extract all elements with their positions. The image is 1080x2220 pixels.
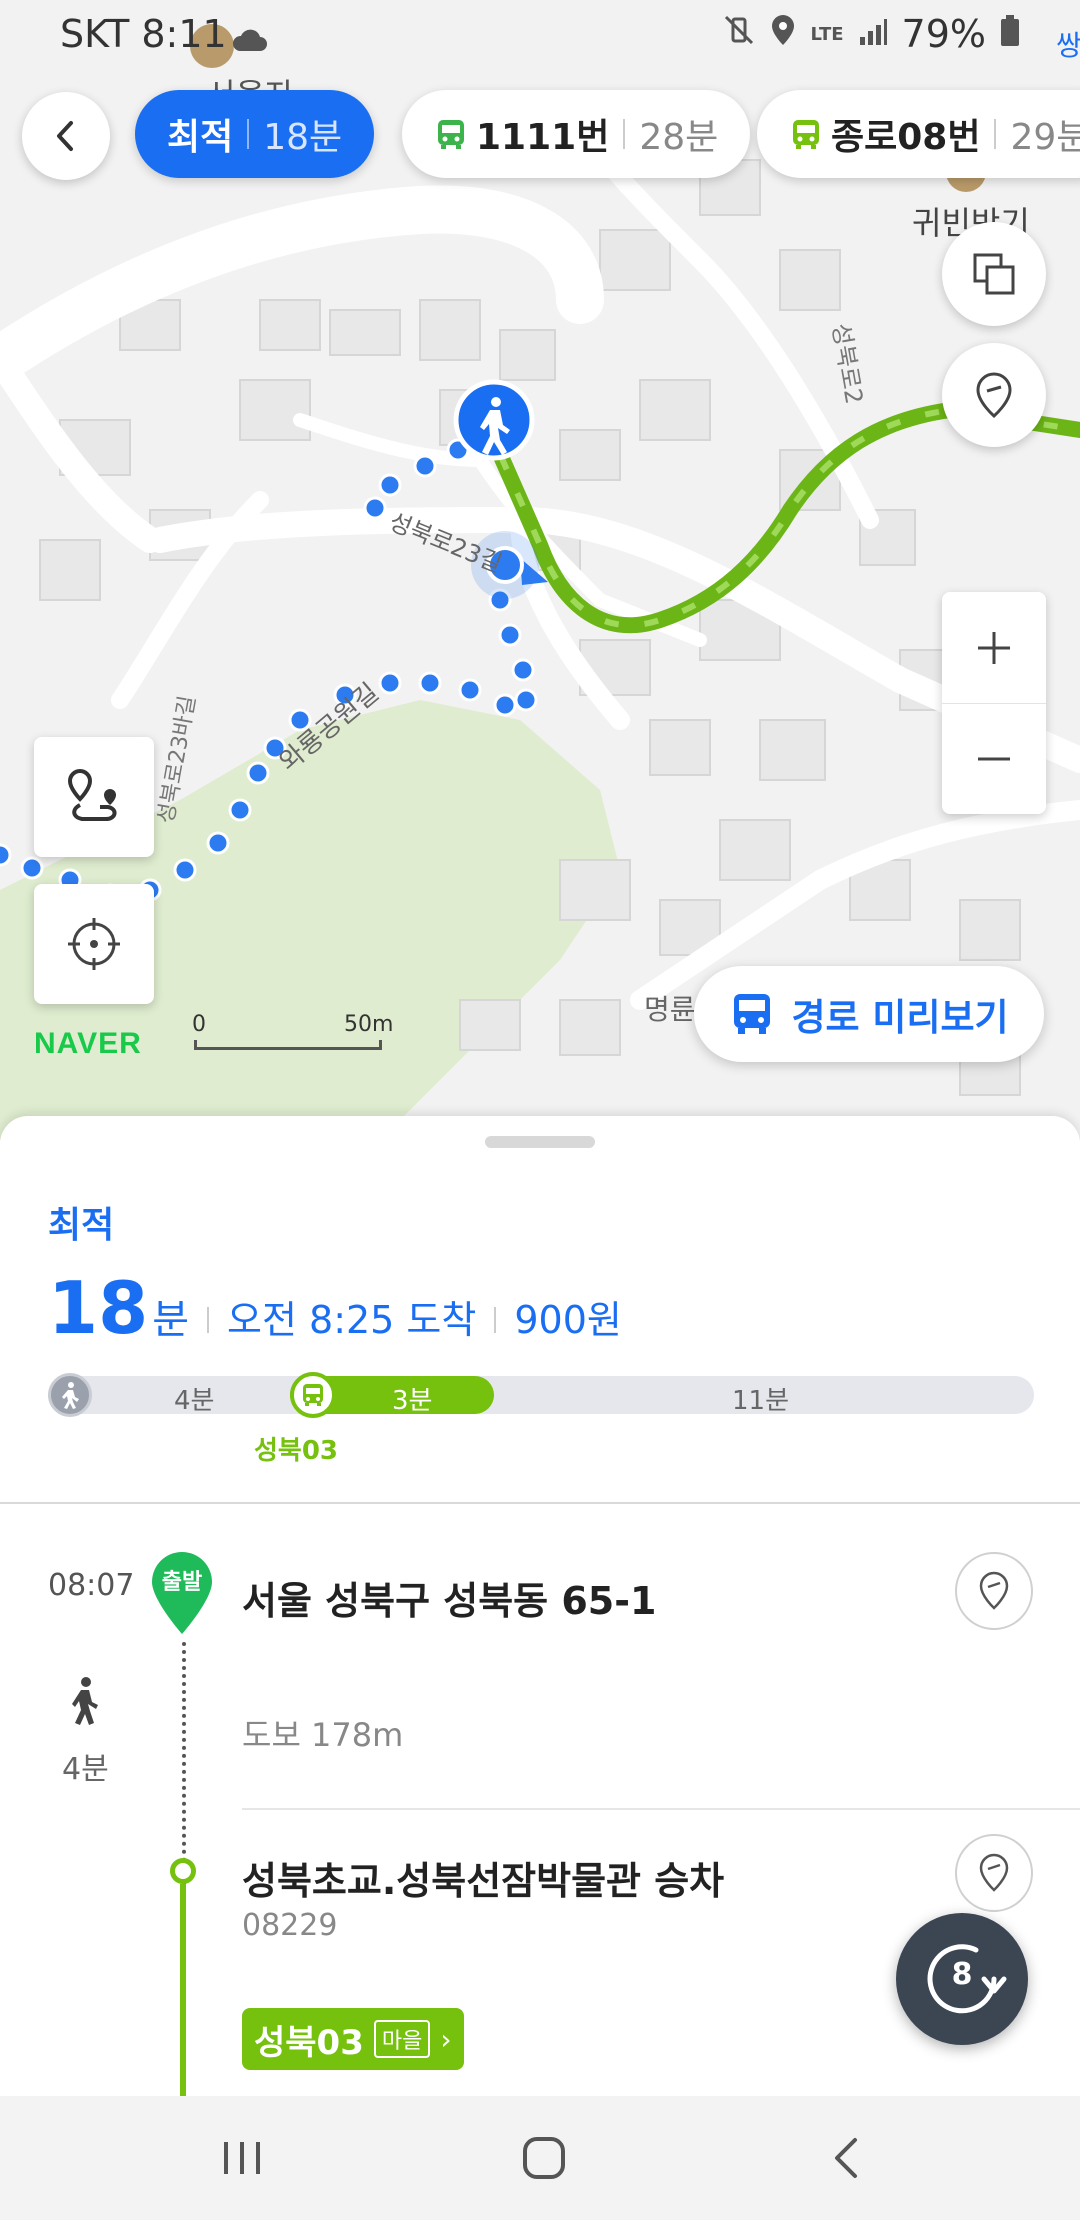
bus-stop-name: 성북초교.성북선잠박물관 승차: [242, 1859, 725, 1903]
scale-start-label: 0: [192, 1012, 206, 1037]
back-arrow-icon: [835, 2138, 857, 2178]
walk-icon: [48, 1373, 92, 1417]
bus-stop-id: 08229: [242, 1908, 338, 1943]
crosshair-icon: [68, 918, 120, 970]
status-bar: SKT 8:11 LTE 79%: [0, 0, 1080, 70]
divider: [207, 1307, 210, 1333]
map-pin-icon: [979, 1571, 1009, 1610]
start-time: 08:07: [48, 1568, 135, 1603]
route-option-duration: 28분: [639, 117, 719, 158]
zoom-control: [942, 592, 1046, 814]
route-type-label: 최적: [48, 1205, 115, 1246]
timeline-bus-name: 성북03: [254, 1436, 339, 1466]
my-location-button[interactable]: [34, 884, 154, 1004]
walk-distance: 도보 178m: [242, 1716, 404, 1754]
map-pin-icon: [976, 372, 1012, 418]
route-timeline-bar: 4분 3분 11분: [48, 1372, 1034, 1418]
arrival-time: 오전 8:25 도착: [227, 1298, 477, 1342]
start-marker-icon: 출발: [150, 1550, 214, 1636]
divider: [994, 119, 997, 149]
refresh-count: 8: [951, 1957, 973, 1992]
walk-icon: [72, 1677, 98, 1725]
cloud-icon: [232, 18, 268, 62]
route-preview-button[interactable]: 경로 미리보기: [694, 966, 1044, 1062]
route-option-duration: 18분: [263, 117, 343, 158]
route-option-label: 최적: [167, 117, 234, 158]
signal-icon: [858, 12, 888, 56]
battery-percent: 79%: [901, 12, 986, 56]
mute-vibrate-icon: [722, 12, 756, 56]
timeline-walk2-duration: 11분: [732, 1386, 790, 1416]
total-duration-value: 18: [48, 1266, 149, 1350]
bus-icon: [734, 994, 771, 1034]
route-option-label: 종로08번: [831, 117, 981, 158]
bus-icon: [793, 120, 819, 149]
route-option-bus-jongno08[interactable]: 종로08번 29분: [757, 90, 1080, 178]
bus-stop-marker: [170, 1858, 196, 1884]
total-duration-unit: 분: [152, 1297, 190, 1343]
battery-icon: [1000, 12, 1020, 56]
route-preview-label: 경로 미리보기: [791, 996, 1009, 1039]
system-navigation-bar: [0, 2096, 1080, 2220]
fare: 900원: [514, 1298, 622, 1342]
divider: [623, 119, 626, 149]
recent-apps-icon: [224, 2142, 260, 2174]
bus-stop-location-button[interactable]: [955, 1834, 1033, 1912]
bus-icon: [290, 1372, 336, 1418]
section-divider: [0, 1502, 1080, 1504]
recent-apps-button[interactable]: [182, 2096, 302, 2220]
location-icon: [770, 12, 796, 56]
minus-icon: [978, 757, 1010, 761]
step-divider: [242, 1808, 1080, 1810]
bus-type: 마을: [373, 2020, 431, 2058]
network-type-label: LTE: [810, 23, 844, 45]
sheet-drag-handle[interactable]: [485, 1136, 595, 1148]
route-summary: 18 분 오전 8:25 도착 900원: [48, 1266, 622, 1350]
start-location-button[interactable]: [955, 1552, 1033, 1630]
map-pin-icon: [979, 1853, 1009, 1892]
route-settings-button[interactable]: [34, 737, 154, 857]
route-option-bus-1111[interactable]: 1111번 28분: [402, 90, 751, 178]
bus-path-line: [180, 1884, 186, 2096]
timeline-bus-duration: 3분: [392, 1386, 433, 1416]
bus-number: 성북03: [254, 2022, 364, 2063]
back-button[interactable]: [22, 92, 110, 180]
zoom-out-button[interactable]: [942, 703, 1046, 814]
chevron-left-icon: [57, 121, 73, 151]
home-icon: [523, 2137, 565, 2179]
scale-bar-line: [194, 1040, 382, 1050]
refresh-button[interactable]: 8: [896, 1913, 1028, 2045]
map-pin-button[interactable]: [942, 343, 1046, 447]
route-pin-icon: [67, 768, 117, 821]
start-address: 서울 성북구 성북동 65-1: [242, 1579, 657, 1623]
home-button[interactable]: [484, 2096, 604, 2220]
route-option-best[interactable]: 최적 18분: [135, 90, 375, 178]
chevron-right-icon: ›: [440, 2022, 452, 2056]
timeline-walk1-duration: 4분: [174, 1386, 215, 1416]
route-option-label: 1111번: [476, 117, 610, 158]
map-label-bottom-road: 명륜: [644, 993, 696, 1026]
system-back-button[interactable]: [786, 2096, 906, 2220]
bus-route-badge[interactable]: 성북03 마을 ›: [242, 2008, 464, 2070]
map-layers-button[interactable]: [942, 222, 1046, 326]
divider: [247, 119, 250, 149]
zoom-in-button[interactable]: [942, 592, 1046, 703]
plus-icon: [978, 631, 1010, 664]
walk-duration: 4분: [62, 1752, 109, 1787]
divider: [494, 1307, 497, 1333]
layers-icon: [973, 253, 1015, 295]
bus-icon: [438, 120, 464, 149]
map-scale-bar: 0 50m: [192, 1012, 394, 1052]
status-carrier-time: SKT 8:11: [60, 12, 227, 56]
naver-logo: NAVER: [34, 1027, 142, 1060]
scale-end-label: 50m: [344, 1012, 394, 1037]
route-option-duration: 29분: [1010, 117, 1080, 158]
start-marker-label: 출발: [161, 1570, 203, 1595]
